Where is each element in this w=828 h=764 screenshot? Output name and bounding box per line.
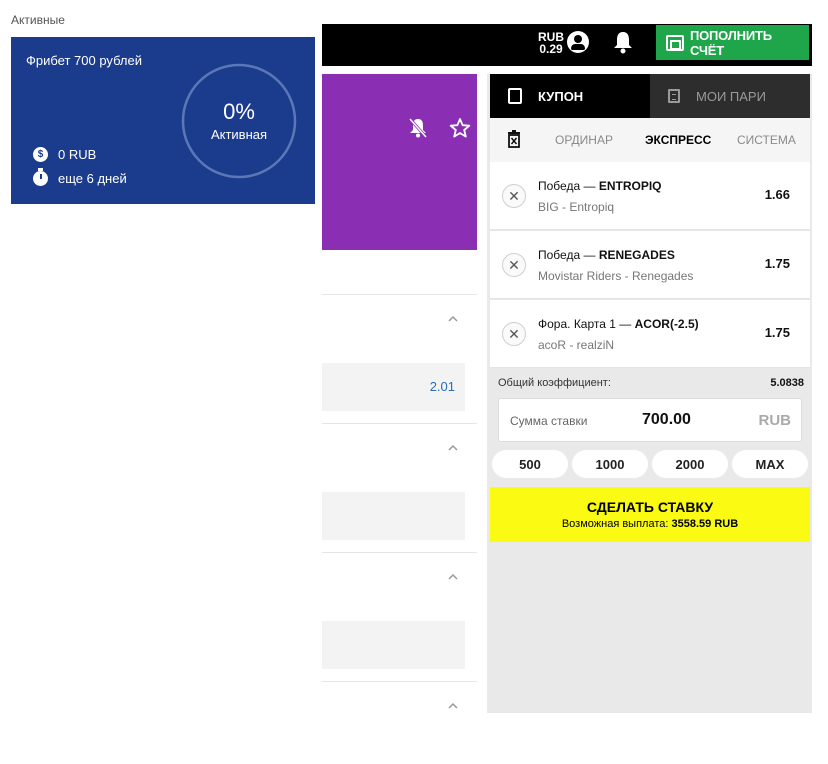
active-section-label: Активные	[11, 13, 65, 27]
place-bet-button[interactable]: СДЕЛАТЬ СТАВКУ Возможная выплата: 3558.5…	[490, 487, 810, 542]
section-divider	[322, 294, 477, 295]
chevron-up-icon[interactable]	[447, 444, 459, 452]
freebet-time-left: еще 6 дней	[58, 171, 127, 186]
event-banner	[322, 74, 477, 250]
section-divider	[322, 681, 477, 682]
stake-input[interactable]: Сумма ставки 700.00 RUB	[498, 398, 802, 442]
freebet-progress-ring: 0% Активная	[181, 63, 297, 179]
user-account-icon[interactable]	[567, 31, 589, 53]
bet-market: Победа —	[538, 179, 596, 193]
close-icon: ✕	[508, 256, 520, 273]
quick-amount-2000[interactable]: 2000	[652, 450, 728, 478]
bet-type-single[interactable]: ОРДИНАР	[555, 133, 613, 147]
section-divider	[322, 423, 477, 424]
bet-market: Победа —	[538, 248, 596, 262]
balance-display[interactable]: RUB 0.29	[538, 31, 564, 55]
stake-label: Сумма ставки	[510, 414, 588, 428]
stake-value: 700.00	[642, 411, 691, 428]
tab-coupon[interactable]: КУПОН	[490, 74, 650, 118]
deposit-button-label: ПОПОЛНИТЬ СЧЁТ	[689, 27, 772, 58]
bet-odd: 1.75	[764, 256, 790, 271]
bet-match: Movistar Riders - Renegades	[538, 269, 694, 283]
bet-pick: ENTROPIQ	[598, 179, 662, 193]
quick-amount-500[interactable]: 500	[492, 450, 568, 478]
odd-cell[interactable]: 2.01	[322, 363, 465, 411]
odd-cell[interactable]	[322, 621, 465, 669]
bet-pick: ACOR(-2.5)	[634, 317, 699, 331]
coupon-tabs: КУПОН МОИ ПАРИ	[490, 74, 810, 118]
bet-selection: Победа — ENTROPIQ	[538, 179, 661, 193]
ticket-icon	[508, 88, 522, 104]
close-icon: ✕	[508, 325, 520, 342]
bet-odd: 1.66	[764, 187, 790, 202]
bet-market: Фора. Карта 1 —	[538, 317, 632, 331]
total-odds-value: 5.0838	[770, 377, 804, 389]
section-divider	[322, 552, 477, 553]
chevron-up-icon[interactable]	[447, 702, 459, 710]
freebet-card[interactable]: Фрибет 700 рублей $ 0 RUB еще 6 дней 0% …	[11, 37, 315, 204]
payout-value: 3558.59 RUB	[671, 518, 739, 530]
bet-slip-item: ✕ Победа — ENTROPIQ BIG - Entropiq 1.66	[490, 162, 810, 230]
tab-my-bets[interactable]: МОИ ПАРИ	[650, 74, 810, 118]
tab-coupon-label: КУПОН	[538, 88, 584, 104]
bet-selection: Фора. Карта 1 — ACOR(-2.5)	[538, 317, 699, 331]
remove-bet-button[interactable]: ✕	[502, 322, 526, 346]
quick-amount-1000[interactable]: 1000	[572, 450, 648, 478]
stopwatch-icon	[33, 168, 48, 186]
freebet-time-row: еще 6 дней	[33, 168, 127, 186]
notification-off-icon[interactable]	[409, 118, 427, 138]
deposit-button[interactable]: ПОПОЛНИТЬ СЧЁТ	[656, 25, 809, 60]
freebet-status: Активная	[210, 127, 268, 142]
total-odds-label: Общий коэффициент:	[498, 377, 611, 389]
odd-value: 2.01	[429, 379, 455, 394]
chevron-up-icon[interactable]	[447, 315, 459, 323]
bet-slip-item: ✕ Победа — RENEGADES Movistar Riders - R…	[490, 231, 810, 299]
document-icon	[668, 89, 680, 103]
total-odds-row: Общий коэффициент: 5.0838	[498, 377, 804, 389]
remove-bet-button[interactable]: ✕	[502, 253, 526, 277]
bet-type-system[interactable]: СИСТЕМА	[737, 133, 796, 147]
chevron-up-icon[interactable]	[447, 573, 459, 581]
stake-currency: RUB	[758, 412, 792, 429]
place-bet-label: СДЕЛАТЬ СТАВКУ	[586, 499, 714, 515]
bet-odd: 1.75	[764, 325, 790, 340]
close-icon: ✕	[508, 187, 520, 204]
bet-pick: RENEGADES	[598, 248, 675, 262]
bell-icon[interactable]	[612, 30, 634, 54]
potential-payout: Возможная выплата: 3558.59 RUB	[490, 518, 810, 530]
remove-bet-button[interactable]: ✕	[502, 184, 526, 208]
trash-icon[interactable]	[507, 130, 521, 148]
bet-selection: Победа — RENEGADES	[538, 248, 675, 262]
dollar-coin-icon: $	[33, 147, 48, 162]
freebet-amount-row: $ 0 RUB	[33, 147, 96, 162]
bet-match: acoR - realziN	[538, 338, 615, 352]
odd-cell[interactable]	[322, 492, 465, 540]
bet-match: BIG - Entropiq	[538, 200, 615, 214]
quick-amount-max[interactable]: MAX	[732, 450, 808, 478]
star-icon[interactable]	[449, 117, 471, 139]
bet-type-selector: ОРДИНАР ЭКСПРЕСС СИСТЕМА	[490, 118, 810, 162]
freebet-title: Фрибет 700 рублей	[26, 53, 143, 68]
bet-type-express[interactable]: ЭКСПРЕСС	[645, 133, 711, 147]
balance-value: 0.29	[539, 42, 563, 56]
wallet-icon	[666, 34, 684, 51]
tab-my-bets-label: МОИ ПАРИ	[696, 88, 766, 104]
freebet-progress-percent: 0%	[223, 99, 255, 124]
bet-slip-item: ✕ Фора. Карта 1 — ACOR(-2.5) acoR - real…	[490, 300, 810, 368]
freebet-amount: 0 RUB	[58, 147, 97, 162]
payout-label: Возможная выплата:	[561, 518, 669, 530]
